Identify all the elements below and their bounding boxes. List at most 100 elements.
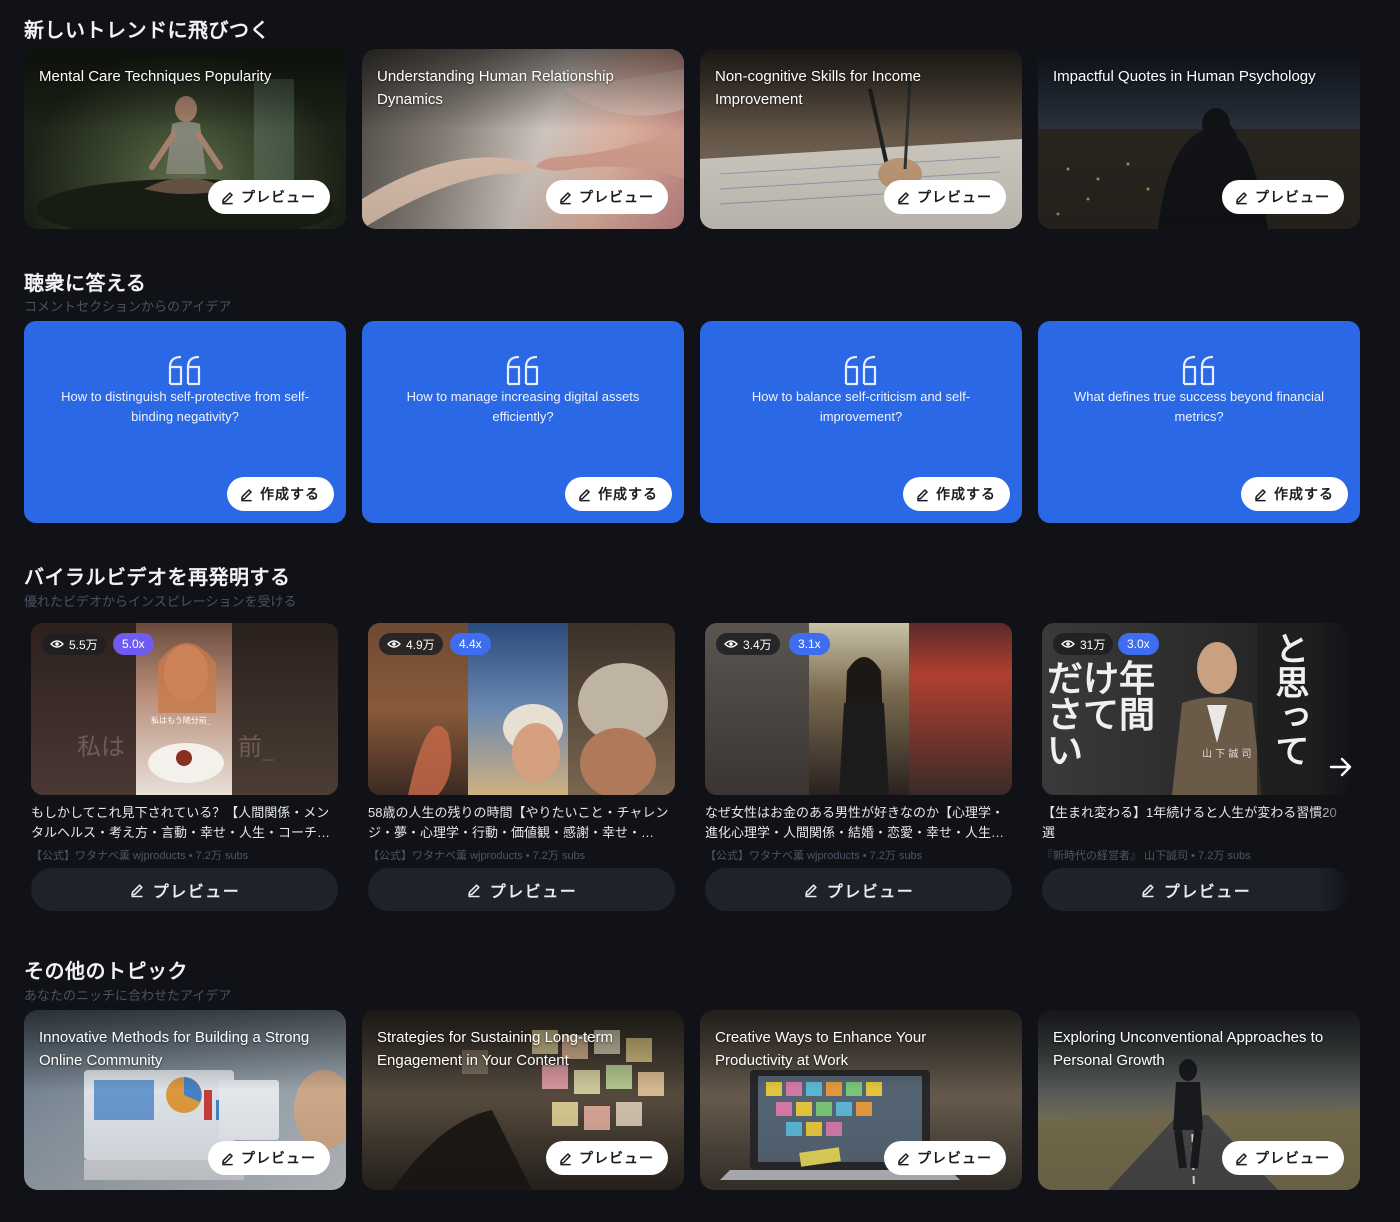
create-button-label: 作成する (598, 486, 658, 502)
view-count-badge: 31万 (1053, 633, 1114, 655)
preview-button[interactable]: プレビュー (1222, 1141, 1344, 1175)
question-text: How to distinguish self-protective from … (61, 389, 309, 424)
topic-card-title: Innovative Methods for Building a Strong… (39, 1029, 310, 1069)
edit-icon (898, 191, 909, 204)
preview-button[interactable]: プレビュー (546, 180, 668, 214)
topic-card[interactable]: Creative Ways to Enhance Your Productivi… (700, 1010, 1022, 1190)
video-thumbnail[interactable]: 4.9万 4.4x (368, 623, 675, 795)
trends-section-title: 新しいトレンドに飛びつく (24, 20, 270, 42)
view-count: 31万 (1080, 637, 1106, 652)
create-button-label: 作成する (260, 486, 320, 502)
preview-button[interactable]: プレビュー (705, 868, 1012, 911)
view-count-badge: 4.9万 (379, 633, 443, 655)
create-button[interactable]: 作成する (227, 477, 334, 511)
viral-section-title: バイラルビデオを再発明する (24, 567, 291, 589)
view-count-badge: 3.4万 (716, 633, 780, 655)
edit-icon (917, 488, 928, 501)
preview-button[interactable]: プレビュー (208, 1141, 330, 1175)
create-button-label: 作成する (936, 486, 996, 502)
video-title[interactable]: 58歳の人生の残りの時間【やりたいこと・チャレンジ・夢・心理学・行動・価値観・感… (368, 803, 675, 843)
trend-card-title: Mental Care Techniques Popularity (39, 68, 272, 85)
edit-icon (222, 1152, 233, 1165)
video-channel-meta: 【公式】ワタナベ薫 wjproducts • 7.2万 subs (368, 850, 586, 862)
video-card[interactable]: 私は 前_ 私はもう随分前_ 5.5万 5.0x もしかしてこれ見下されている？… (31, 623, 338, 913)
question-card[interactable]: How to balance self-criticism and self-i… (700, 321, 1022, 523)
question-card[interactable]: What defines true success beyond financi… (1038, 321, 1360, 523)
create-button[interactable]: 作成する (565, 477, 672, 511)
create-button[interactable]: 作成する (1241, 477, 1348, 511)
thumb-overlay-text: 前_ (238, 733, 274, 761)
video-title[interactable]: 【生まれ変わる】1年続けると人生が変わる習慣20選 (1042, 803, 1349, 843)
question-card[interactable]: How to distinguish self-protective from … (24, 321, 346, 523)
other-section-subtitle: あなたのニッチに合わせたアイデア (24, 988, 232, 1003)
video-thumbnail[interactable]: 私は 前_ 私はもう随分前_ 5.5万 5.0x (31, 623, 338, 795)
video-title[interactable]: なぜ女性はお金のある男性が好きなのか【心理学・進化心理学・人間関係・結婚・恋愛・… (705, 803, 1012, 843)
trend-card-title: Non-cognitive Skills for Income Improvem… (715, 68, 921, 108)
trend-card[interactable]: Understanding Human Relationship Dynamic… (362, 49, 684, 229)
preview-button[interactable]: プレビュー (31, 868, 338, 911)
preview-button[interactable]: プレビュー (884, 1141, 1006, 1175)
preview-button-label: プレビュー (579, 189, 654, 205)
video-thumbnail[interactable]: 3.4万 3.1x (705, 623, 1012, 795)
eye-icon (50, 640, 64, 648)
preview-button-label: プレビュー (826, 883, 915, 901)
quote-icon (506, 355, 539, 386)
preview-button[interactable]: プレビュー (884, 180, 1006, 214)
question-card[interactable]: How to manage increasing digital assets … (362, 321, 684, 523)
video-title[interactable]: もしかしてこれ見下されている？【人間関係・メンタルヘルス・考え方・言動・幸せ・人… (31, 803, 338, 843)
video-thumbnail[interactable]: だけ年さて間い と思って 山 下 誠 司 31万 3.0x (1042, 623, 1349, 795)
other-section-title: その他のトピック (24, 961, 188, 983)
edit-icon (467, 883, 480, 897)
edit-icon (1255, 488, 1266, 501)
video-channel-meta: 【公式】ワタナベ薫 wjproducts • 7.2万 subs (705, 850, 923, 862)
trend-card[interactable]: Impactful Quotes in Human Psychology プレビ… (1038, 49, 1360, 229)
preview-button-label: プレビュー (152, 883, 241, 901)
video-channel-meta: 『新時代の経営者』 山下誠司 • 7.2万 subs (1042, 850, 1251, 862)
eye-icon (724, 640, 738, 648)
create-button[interactable]: 作成する (903, 477, 1010, 511)
edit-icon (560, 1152, 571, 1165)
question-card-row: How to distinguish self-protective from … (24, 321, 1360, 523)
arrow-right-icon[interactable] (1328, 755, 1354, 779)
preview-button-label: プレビュー (579, 1150, 654, 1166)
edit-icon (130, 883, 143, 897)
quote-icon (844, 355, 877, 386)
thumb-overlay-text: と思って (1269, 631, 1309, 767)
preview-button[interactable]: プレビュー (1042, 868, 1349, 911)
preview-button-label: プレビュー (241, 1150, 316, 1166)
video-card-row: 私は 前_ 私はもう随分前_ 5.5万 5.0x もしかしてこれ見下されている？… (31, 623, 1349, 913)
edit-icon (1141, 883, 1154, 897)
trend-card[interactable]: Non-cognitive Skills for Income Improvem… (700, 49, 1022, 229)
topic-card[interactable]: Strategies for Sustaining Long-term Enga… (362, 1010, 684, 1190)
preview-button[interactable]: プレビュー (208, 180, 330, 214)
preview-button-label: プレビュー (1255, 1150, 1330, 1166)
video-card[interactable]: だけ年さて間い と思って 山 下 誠 司 31万 3.0x 【生まれ変わる】1年… (1042, 623, 1349, 913)
question-text: How to balance self-criticism and self-i… (751, 389, 971, 424)
question-text: How to manage increasing digital assets … (406, 389, 640, 424)
topic-card[interactable]: Exploring Unconventional Approaches to P… (1038, 1010, 1360, 1190)
view-count-badge: 5.5万 (42, 633, 106, 655)
preview-button[interactable]: プレビュー (1222, 180, 1344, 214)
multiplier-badge: 5.0x (113, 633, 154, 655)
preview-button-label: プレビュー (917, 1150, 992, 1166)
trends-card-row: Mental Care Techniques Popularity プレビュー … (24, 49, 1360, 229)
eye-icon (387, 640, 401, 648)
view-count: 5.5万 (69, 637, 98, 652)
video-card[interactable]: 4.9万 4.4x 58歳の人生の残りの時間【やりたいこと・チャレンジ・夢・心理… (368, 623, 675, 913)
quote-icon (1182, 355, 1215, 386)
video-card[interactable]: 3.4万 3.1x なぜ女性はお金のある男性が好きなのか【心理学・進化心理学・人… (705, 623, 1012, 913)
preview-button-label: プレビュー (489, 883, 578, 901)
question-text: What defines true success beyond financi… (1073, 389, 1325, 424)
multiplier-badge: 4.4x (450, 633, 491, 655)
quote-icon (168, 355, 201, 386)
trend-card[interactable]: Mental Care Techniques Popularity プレビュー (24, 49, 346, 229)
answer-section-subtitle: コメントセクションからのアイデア (24, 299, 232, 314)
topic-card[interactable]: Innovative Methods for Building a Strong… (24, 1010, 346, 1190)
edit-icon (804, 883, 817, 897)
edit-icon (1236, 191, 1247, 204)
preview-button[interactable]: プレビュー (368, 868, 675, 911)
multiplier-badge: 3.0x (1118, 633, 1159, 655)
preview-button[interactable]: プレビュー (546, 1141, 668, 1175)
edit-icon (898, 1152, 909, 1165)
edit-icon (222, 191, 233, 204)
